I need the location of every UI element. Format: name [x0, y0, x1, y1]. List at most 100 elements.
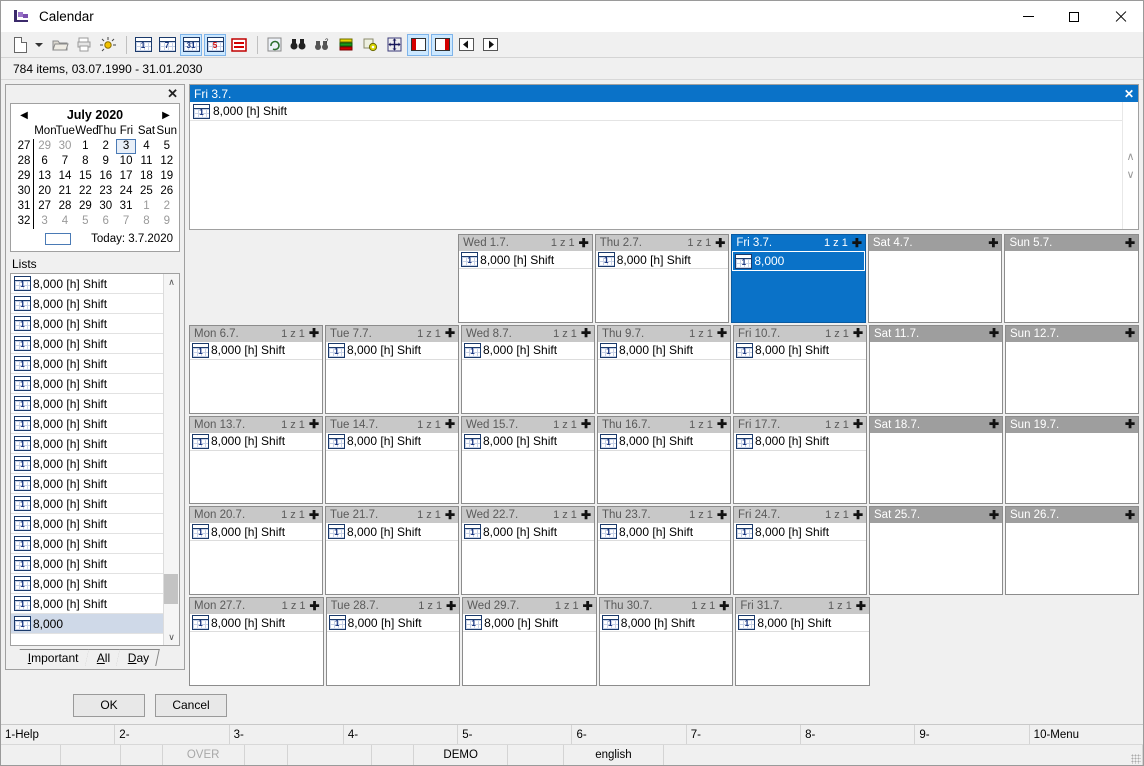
list-item[interactable]: 1 8,000 [h] Shift	[11, 294, 163, 314]
mini-calendar-day[interactable]: 7	[116, 214, 136, 229]
mini-calendar-day[interactable]: 13	[34, 169, 54, 184]
mini-calendar-day[interactable]: 2	[157, 199, 177, 214]
day-cell[interactable]: Wed 22.7. 1 z 1 ✚ 1 8,000 [h] Shift	[461, 506, 595, 596]
calendar-event[interactable]: 1 8,000 [h] Shift	[734, 342, 866, 360]
day-cell[interactable]: Tue 28.7. 1 z 1 ✚ 1 8,000 [h] Shift	[325, 597, 461, 686]
add-entry-icon[interactable]: ✚	[717, 327, 727, 339]
calendar-event[interactable]: 1 8,000 [h] Shift	[734, 523, 866, 542]
function-key[interactable]: 9-	[915, 725, 1030, 744]
lists-scroll-down-button[interactable]: ∨	[168, 629, 175, 645]
new-dropdown-button[interactable]	[33, 35, 45, 55]
calendar-event[interactable]: 1 8,000 [h] Shift	[462, 523, 594, 542]
calendar-event[interactable]: 1 8,000 [h] Shift	[734, 433, 866, 451]
add-entry-icon[interactable]: ✚	[853, 327, 863, 339]
mini-calendar-day[interactable]: 28	[55, 199, 75, 214]
day-cell[interactable]: Fri 17.7. 1 z 1 ✚ 1 8,000 [h] Shift	[733, 415, 867, 505]
prev-month-button[interactable]: ◀	[17, 110, 31, 121]
add-entry-icon[interactable]: ✚	[1125, 237, 1135, 249]
month-view-button[interactable]: 31	[180, 33, 202, 56]
add-entry-icon[interactable]: ✚	[988, 237, 998, 249]
day-cell[interactable]: Thu 23.7. 1 z 1 ✚ 1 8,000 [h] Shift	[597, 506, 731, 596]
add-entry-icon[interactable]: ✚	[309, 327, 319, 339]
calendar-event[interactable]: 1 8,000	[732, 251, 865, 271]
mini-calendar-day[interactable]: 27	[34, 199, 54, 214]
mini-calendar-day[interactable]: 19	[157, 169, 177, 184]
mini-calendar-day[interactable]: 8	[75, 154, 95, 169]
mini-calendar-day[interactable]: 22	[75, 184, 95, 199]
ok-button[interactable]: OK	[73, 693, 145, 717]
add-entry-icon[interactable]: ✚	[856, 600, 866, 612]
day-cell[interactable]: Mon 27.7. 1 z 1 ✚ 1 8,000 [h] Shift	[189, 597, 324, 686]
calendar-event[interactable]: 1 8,000 [h] Shift	[462, 342, 594, 360]
tab-important[interactable]: Important	[16, 649, 90, 666]
function-key[interactable]: 6-	[572, 725, 687, 744]
add-entry-icon[interactable]: ✚	[310, 600, 320, 612]
mini-calendar-day[interactable]: 10	[116, 154, 136, 169]
mini-calendar-day[interactable]: 29	[34, 139, 54, 154]
mini-calendar-day[interactable]: 8	[136, 214, 156, 229]
add-entry-icon[interactable]: ✚	[309, 509, 319, 521]
mini-calendar-day[interactable]: 5	[157, 139, 177, 154]
tab-day[interactable]: Day	[116, 649, 161, 666]
add-entry-icon[interactable]: ✚	[853, 418, 863, 430]
mini-calendar-day[interactable]: 4	[55, 214, 75, 229]
list-item[interactable]: 1 8,000	[11, 614, 163, 634]
mini-calendar-day[interactable]: 16	[96, 169, 116, 184]
function-key[interactable]: 1-Help	[1, 725, 116, 744]
mini-calendar-day[interactable]: 5	[75, 214, 95, 229]
day-cell[interactable]: Wed 29.7. 1 z 1 ✚ 1 8,000 [h] Shift	[462, 597, 597, 686]
day-cell[interactable]: Sat 18.7. ✚	[869, 415, 1003, 505]
function-key[interactable]: 3-	[230, 725, 344, 744]
day-cell[interactable]: Fri 24.7. 1 z 1 ✚ 1 8,000 [h] Shift	[733, 506, 867, 596]
lists-scroll-up-button[interactable]: ∧	[168, 274, 175, 290]
calendar-event[interactable]: 1 8,000 [h] Shift	[326, 342, 458, 360]
day-cell[interactable]: Tue 21.7. 1 z 1 ✚ 1 8,000 [h] Shift	[325, 506, 459, 596]
open-folder-button[interactable]	[49, 34, 71, 56]
mini-calendar-day[interactable]: 9	[96, 154, 116, 169]
add-entry-icon[interactable]: ✚	[989, 327, 999, 339]
list-view-button[interactable]	[228, 34, 250, 56]
day-cell[interactable]: Tue 7.7. 1 z 1 ✚ 1 8,000 [h] Shift	[325, 324, 459, 414]
day-cell[interactable]: Wed 1.7. 1 z 1 ✚ 1 8,000 [h] Shift	[458, 234, 593, 323]
add-entry-icon[interactable]: ✚	[581, 418, 591, 430]
mini-calendar-day[interactable]: 3	[34, 214, 54, 229]
tab-all[interactable]: All	[84, 649, 121, 666]
function-key[interactable]: 8-	[801, 725, 916, 744]
list-item[interactable]: 1 8,000 [h] Shift	[11, 314, 163, 334]
list-item[interactable]: 1 8,000 [h] Shift	[11, 474, 163, 494]
add-entry-icon[interactable]: ✚	[581, 327, 591, 339]
mini-calendar-day[interactable]: 29	[75, 199, 95, 214]
list-item[interactable]: 1 8,000 [h] Shift	[11, 434, 163, 454]
new-document-button[interactable]	[9, 34, 31, 56]
add-entry-icon[interactable]: ✚	[445, 327, 455, 339]
add-entry-icon[interactable]: ✚	[989, 418, 999, 430]
add-entry-icon[interactable]: ✚	[445, 509, 455, 521]
add-entry-icon[interactable]: ✚	[715, 237, 725, 249]
find-button[interactable]	[287, 34, 309, 56]
mini-calendar-day[interactable]: 31	[116, 199, 136, 214]
mini-calendar-day[interactable]: 18	[136, 169, 156, 184]
mini-calendar-day[interactable]: 25	[136, 184, 156, 199]
mini-calendar-day[interactable]: 6	[96, 214, 116, 229]
calendar-event[interactable]: 1 8,000 [h] Shift	[190, 523, 322, 542]
calendar-event[interactable]: 1 8,000 [h] Shift	[595, 251, 729, 269]
detail-scroll-down-button[interactable]: ∨	[1126, 168, 1134, 181]
mini-calendar-day[interactable]: 15	[75, 169, 95, 184]
day-view-button[interactable]: 1	[132, 34, 154, 56]
mini-calendar-day[interactable]: 21	[55, 184, 75, 199]
day-cell[interactable]: Thu 16.7. 1 z 1 ✚ 1 8,000 [h] Shift	[597, 415, 731, 505]
function-key[interactable]: 2-	[115, 725, 230, 744]
mini-calendar-day[interactable]: 30	[96, 199, 116, 214]
day-cell[interactable]: Fri 31.7. 1 z 1 ✚ 1 8,000 [h] Shift	[735, 597, 870, 686]
detail-scroll-up-button[interactable]: ∧	[1126, 150, 1134, 163]
add-entry-icon[interactable]: ✚	[581, 509, 591, 521]
function-key[interactable]: 7-	[687, 725, 802, 744]
function-key[interactable]: 5-	[458, 725, 573, 744]
calendar-event[interactable]: 1 8,000 [h] Shift	[190, 433, 322, 451]
mini-calendar-day[interactable]: 17	[116, 169, 136, 184]
detail-panel-scrollbar[interactable]: ∧ ∨	[1122, 102, 1138, 229]
add-entry-icon[interactable]: ✚	[1125, 509, 1135, 521]
lists-scroll-thumb[interactable]	[164, 574, 178, 604]
maximize-button[interactable]	[1051, 1, 1097, 32]
add-entry-icon[interactable]: ✚	[989, 509, 999, 521]
